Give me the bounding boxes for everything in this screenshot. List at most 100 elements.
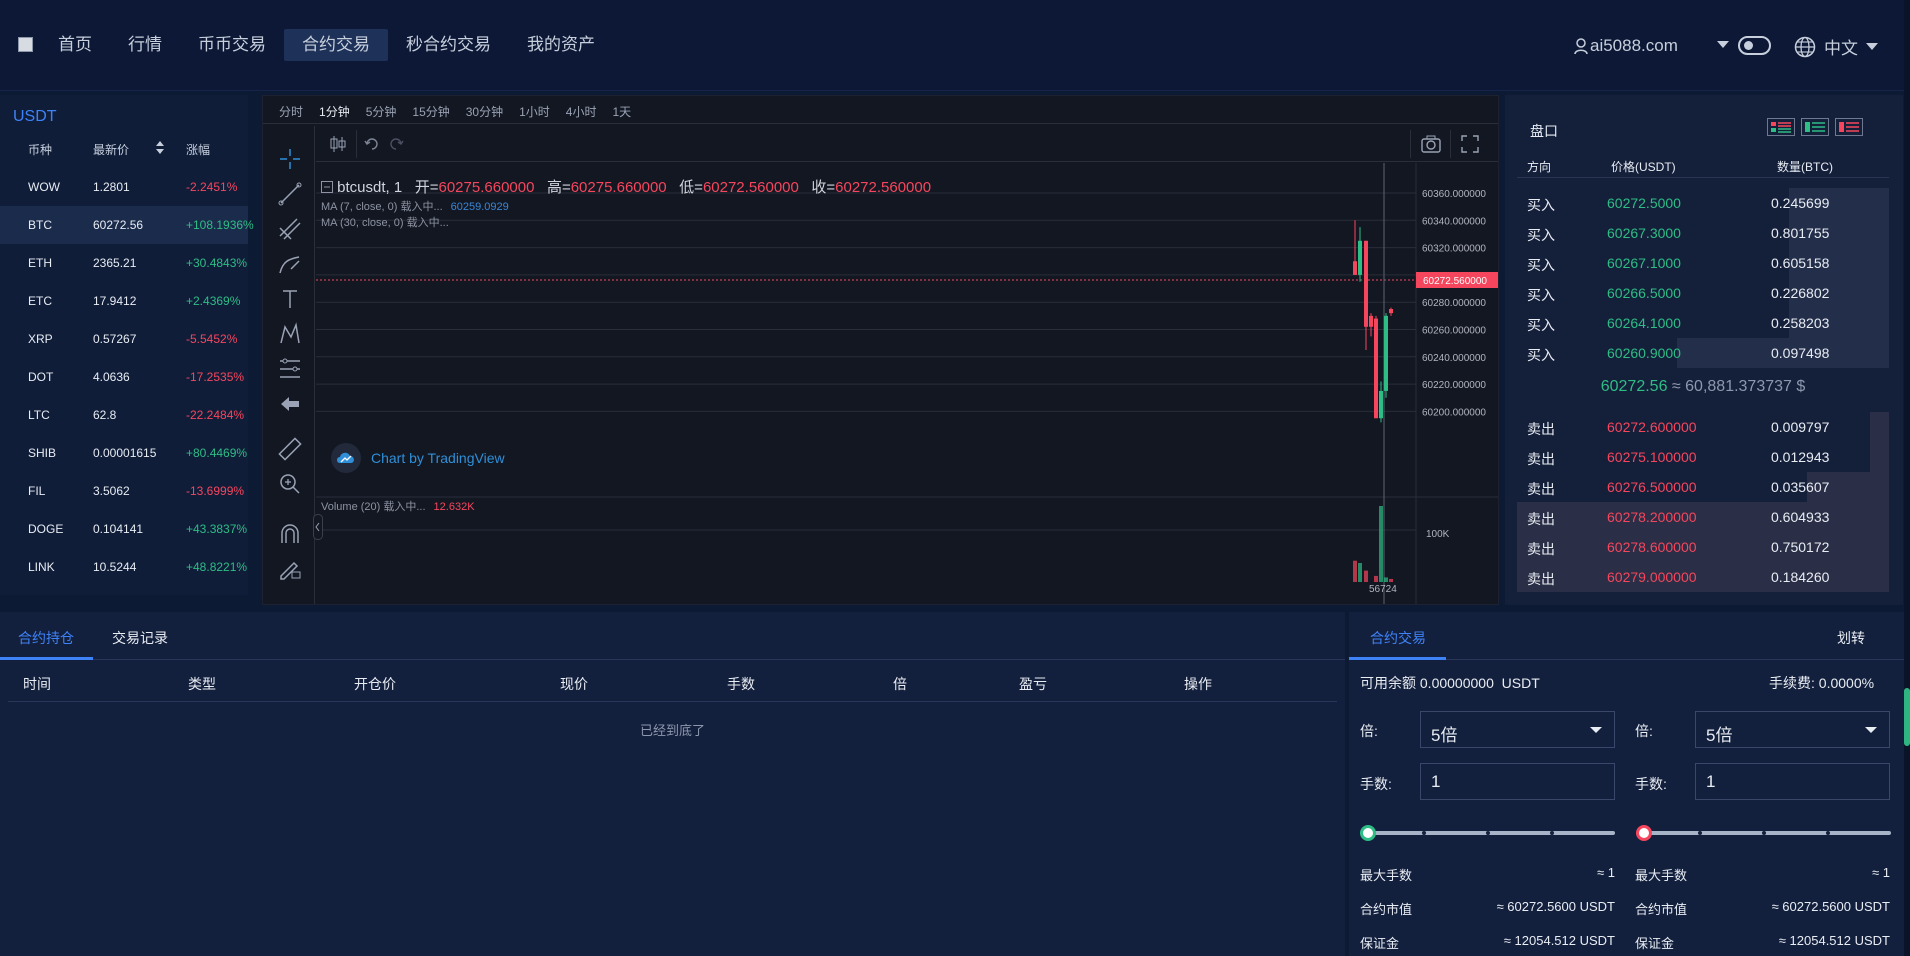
market-row-shib[interactable]: SHIB 0.00001615 +80.4469%	[0, 434, 248, 472]
nav-spot-trading[interactable]: 币币交易	[180, 29, 284, 61]
market-change: +2.4369%	[186, 294, 241, 308]
depth-bar	[1517, 502, 1889, 532]
crosshair-icon[interactable]	[277, 146, 303, 172]
ma7-legend[interactable]: MA (7, close, 0) 载入中... 60259.0929	[321, 198, 509, 214]
brush-icon[interactable]	[277, 251, 303, 277]
ma30-legend[interactable]: MA (30, close, 0) 载入中...	[321, 214, 449, 230]
bid-row[interactable]: 买入 60267.1000 0.605158	[1517, 248, 1889, 278]
nav-market[interactable]: 行情	[110, 29, 180, 61]
sort-icon[interactable]	[156, 139, 164, 157]
ruler-icon[interactable]	[277, 436, 303, 462]
interval-tab[interactable]: 15分钟	[404, 96, 457, 123]
interval-tab[interactable]: 5分钟	[358, 96, 405, 123]
chart-plot-area[interactable]: 60360.00000060340.00000060320.0000006030…	[316, 163, 1498, 604]
buy-leverage-select[interactable]: 5倍	[1420, 711, 1615, 748]
candle-type-icon[interactable]	[328, 134, 348, 154]
sell-leverage-select[interactable]: 5倍	[1695, 711, 1890, 748]
user-account[interactable]: ai5088.com	[1574, 36, 1678, 56]
ask-row[interactable]: 卖出 60279.000000 0.184260	[1517, 562, 1889, 592]
market-symbol: ETH	[28, 256, 52, 270]
market-row-doge[interactable]: DOGE 0.104141 +43.3837%	[0, 510, 248, 548]
pitchfork-icon[interactable]	[277, 216, 303, 242]
market-row-eth[interactable]: ETH 2365.21 +30.4843%	[0, 244, 248, 282]
view-asks-icon[interactable]	[1835, 118, 1863, 136]
interval-tab[interactable]: 1天	[604, 96, 639, 123]
interval-tab[interactable]: 1分钟	[311, 96, 358, 123]
sell-amount-slider[interactable]	[1636, 825, 1891, 841]
bid-row[interactable]: 买入 60267.3000 0.801755	[1517, 218, 1889, 248]
side-label: 卖出	[1527, 481, 1555, 497]
nav-contract-trading[interactable]: 合约交易	[284, 29, 388, 61]
slider-knob[interactable]	[1636, 825, 1652, 841]
bid-row[interactable]: 买入 60264.1000 0.258203	[1517, 308, 1889, 338]
collapse-toolbar-icon[interactable]	[313, 514, 323, 540]
fib-icon[interactable]	[277, 356, 303, 382]
language-selector[interactable]: 中文	[1794, 34, 1878, 59]
trend-line-icon[interactable]	[277, 181, 303, 207]
view-both-icon[interactable]	[1767, 118, 1795, 136]
market-row-link[interactable]: LINK 10.5244 +48.8221%	[0, 548, 248, 586]
market-row-xrp[interactable]: XRP 0.57267 -5.5452%	[0, 320, 248, 358]
interval-tab[interactable]: 分时	[271, 96, 311, 123]
page-scrollbar-thumb[interactable]	[1904, 688, 1910, 746]
side-label: 买入	[1527, 227, 1555, 243]
redo-icon[interactable]	[388, 136, 404, 152]
ask-row[interactable]: 卖出 60272.600000 0.009797	[1517, 412, 1889, 442]
market-row-btc[interactable]: BTC 60272.56 +108.1936%	[0, 206, 254, 244]
ask-row[interactable]: 卖出 60275.100000 0.012943	[1517, 442, 1889, 472]
camera-icon[interactable]	[1420, 134, 1442, 154]
ask-row[interactable]: 卖出 60278.200000 0.604933	[1517, 502, 1889, 532]
bid-row[interactable]: 买入 60266.5000 0.226802	[1517, 278, 1889, 308]
max-lots-label: 最大手数	[1635, 868, 1688, 883]
interval-tab[interactable]: 4小时	[558, 96, 605, 123]
zoom-in-icon[interactable]	[277, 471, 303, 497]
theme-toggle[interactable]	[1738, 36, 1771, 55]
order-amount: 0.012943	[1771, 449, 1830, 465]
undo-icon[interactable]	[364, 136, 380, 152]
tab-contract-trade[interactable]: 合约交易	[1370, 628, 1426, 648]
view-bids-icon[interactable]	[1801, 118, 1829, 136]
nav-second-contract[interactable]: 秒合约交易	[388, 29, 509, 61]
collapse-legend-icon[interactable]	[321, 181, 333, 193]
tradingview-badge[interactable]: Chart by TradingView	[331, 443, 505, 473]
buy-amount-slider[interactable]	[1360, 825, 1615, 841]
interval-tab[interactable]: 1小时	[511, 96, 558, 123]
text-tool-icon[interactable]	[277, 286, 303, 312]
volume-legend[interactable]: Volume (20) 载入中... 12.632K	[321, 498, 475, 514]
magnet-icon[interactable]	[277, 521, 303, 547]
nav-my-assets[interactable]: 我的资产	[509, 29, 613, 61]
page-scrollbar[interactable]	[1904, 0, 1910, 956]
column-change[interactable]: 涨幅	[186, 141, 210, 158]
sell-lots-input[interactable]	[1695, 763, 1890, 800]
tab-trade-history[interactable]: 交易记录	[112, 628, 168, 648]
back-arrow-icon[interactable]	[277, 391, 303, 417]
lock-drawing-icon[interactable]	[277, 556, 303, 582]
market-price: 0.57267	[93, 332, 137, 346]
user-dropdown-icon[interactable]	[1717, 41, 1729, 48]
fullscreen-icon[interactable]	[1460, 134, 1480, 154]
order-amount: 0.097498	[1771, 345, 1830, 361]
slider-knob[interactable]	[1360, 825, 1376, 841]
volume-label: Volume (20) 载入中...	[321, 501, 426, 513]
logo-image[interactable]	[18, 37, 33, 52]
bid-row[interactable]: 买入 60260.9000 0.097498	[1517, 338, 1889, 368]
ask-row[interactable]: 卖出 60278.600000 0.750172	[1517, 532, 1889, 562]
kline-chart[interactable]: 分时 1分钟 5分钟 15分钟 30分钟 1小时 4小时 1天 60360.00…	[262, 95, 1499, 636]
market-row-dot[interactable]: DOT 4.0636 -17.2535%	[0, 358, 248, 396]
market-quote-title[interactable]: USDT	[13, 108, 57, 126]
high-label: 高=	[546, 179, 571, 196]
bid-row[interactable]: 买入 60272.5000 0.245699	[1517, 188, 1889, 218]
market-row-etc[interactable]: ETC 17.9412 +2.4369%	[0, 282, 248, 320]
transfer-button[interactable]: 划转	[1837, 628, 1865, 648]
ask-row[interactable]: 卖出 60276.500000 0.035607	[1517, 472, 1889, 502]
sell-leverage-label: 倍:	[1635, 723, 1653, 739]
market-row-fil[interactable]: FIL 3.5062 -13.6999%	[0, 472, 248, 510]
nav-home[interactable]: 首页	[40, 29, 110, 61]
market-row-ltc[interactable]: LTC 62.8 -22.2484%	[0, 396, 248, 434]
market-row-wow[interactable]: WOW 1.2801 -2.2451%	[0, 168, 248, 206]
buy-lots-input[interactable]	[1420, 763, 1615, 800]
interval-tab[interactable]: 30分钟	[458, 96, 511, 123]
column-last-price[interactable]: 最新价	[93, 141, 129, 158]
tab-positions[interactable]: 合约持仓	[18, 628, 74, 648]
pattern-icon[interactable]	[277, 321, 303, 347]
